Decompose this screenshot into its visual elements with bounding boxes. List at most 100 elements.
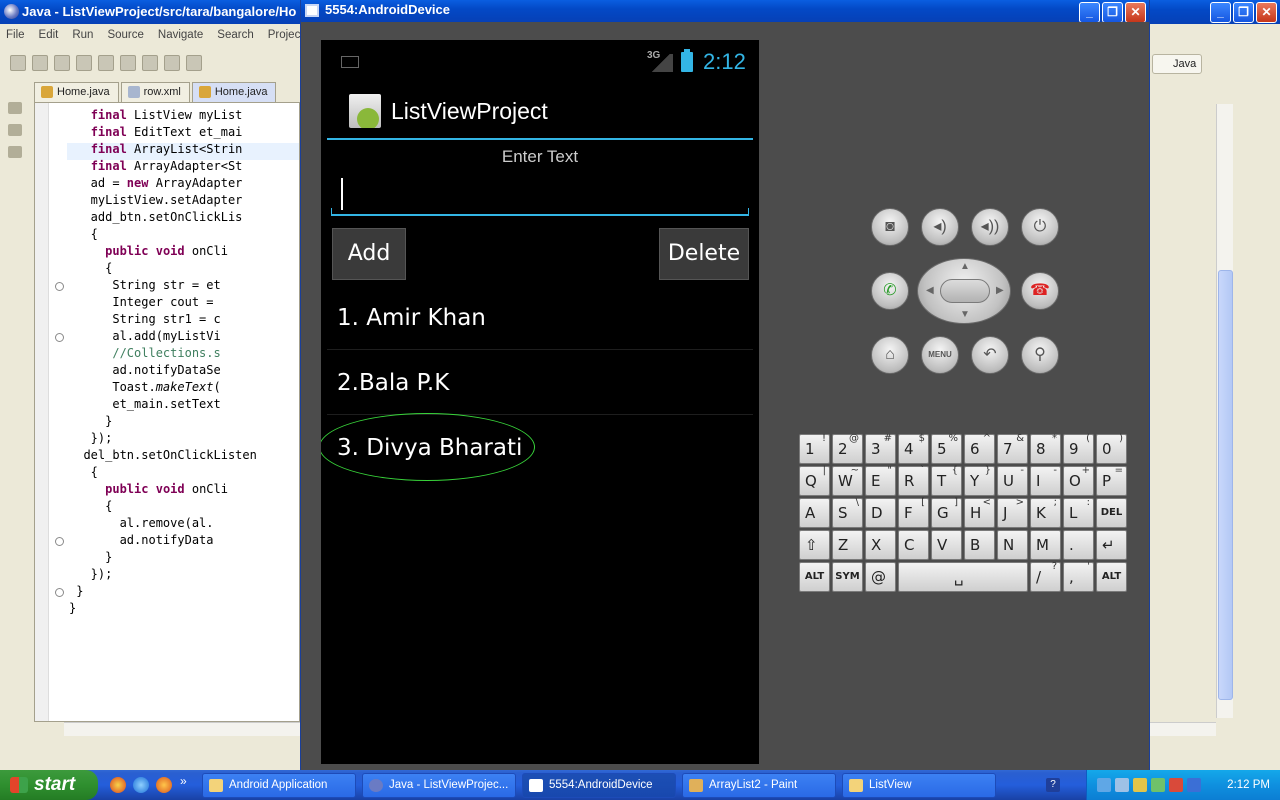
java-perspective-button[interactable]: Java	[1152, 54, 1202, 74]
camera-button[interactable]: ◙	[871, 208, 909, 246]
volume-down-button[interactable]: ◂)	[921, 208, 959, 246]
key-v[interactable]: V	[931, 530, 962, 560]
volume-up-button[interactable]: ◂))	[971, 208, 1009, 246]
key-del[interactable]: DEL	[1096, 498, 1127, 528]
menu-button[interactable]: MENU	[921, 336, 959, 374]
hierarchy-icon[interactable]	[8, 124, 22, 136]
save-icon[interactable]	[32, 55, 48, 71]
key-n[interactable]: N	[997, 530, 1028, 560]
key-9[interactable]: 9(	[1063, 433, 1094, 464]
end-call-button[interactable]: ☎	[1021, 272, 1059, 310]
key-p[interactable]: P =	[1096, 465, 1127, 496]
key-r[interactable]: R `	[898, 465, 929, 496]
tab-home-java-active[interactable]: Home.java	[191, 82, 277, 102]
key-k[interactable]: K;	[1030, 497, 1061, 528]
tray-app-icon[interactable]	[1151, 778, 1165, 792]
key-e[interactable]: E "	[865, 465, 896, 496]
key-5[interactable]: 5%	[931, 433, 962, 464]
key-z[interactable]: Z	[832, 530, 863, 560]
fold-marker[interactable]	[55, 588, 64, 597]
menu-source[interactable]: Source	[107, 26, 143, 44]
key-at[interactable]: @	[865, 562, 896, 592]
key-3[interactable]: 3 #	[865, 433, 896, 464]
key-alt-right[interactable]: ALT	[1096, 562, 1127, 592]
tray-display-icon[interactable]	[1115, 778, 1129, 792]
more-quicklaunch-icon[interactable]: »	[180, 774, 187, 788]
home-button[interactable]: ⌂	[871, 336, 909, 374]
key-f[interactable]: F[	[898, 497, 929, 528]
search-button[interactable]: ⚲	[1021, 336, 1059, 374]
import-icon[interactable]	[98, 55, 114, 71]
key-enter[interactable]: ↵	[1096, 530, 1127, 560]
key-s[interactable]: S \	[832, 497, 863, 528]
taskbar-item-android-application[interactable]: Android Application	[202, 773, 356, 798]
tab-home-java[interactable]: Home.java	[34, 82, 119, 102]
key-7[interactable]: 7 &	[997, 433, 1028, 464]
taskbar-item-paint[interactable]: ArrayList2 - Paint	[682, 773, 836, 798]
outline-icon[interactable]	[8, 146, 22, 158]
key-slash[interactable]: /?	[1030, 561, 1061, 592]
fold-marker[interactable]	[55, 282, 64, 291]
tray-security-icon[interactable]	[1133, 778, 1147, 792]
emulator-close-button[interactable]: ✕	[1125, 2, 1146, 23]
package-explorer-icon[interactable]	[8, 102, 22, 114]
tray-antivirus-icon[interactable]	[1169, 778, 1183, 792]
dpad[interactable]: ▲ ▼ ◀ ▶	[917, 258, 1011, 324]
key-g[interactable]: G]	[931, 497, 962, 528]
dpad-right-icon[interactable]: ▶	[996, 285, 1004, 296]
key-space[interactable]: ␣	[898, 562, 1028, 592]
save-all-icon[interactable]	[54, 55, 70, 71]
key-6[interactable]: 6 ^	[964, 433, 995, 464]
open-type-icon[interactable]	[164, 55, 180, 71]
key-sym[interactable]: SYM	[832, 562, 863, 592]
eclipse-maximize-button[interactable]: ❐	[1233, 2, 1254, 23]
key-comma[interactable]: , '	[1063, 561, 1094, 592]
new-icon[interactable]	[10, 55, 26, 71]
dpad-left-icon[interactable]: ◀	[926, 285, 934, 296]
menu-project[interactable]: Project	[268, 26, 304, 44]
key-.[interactable]: .	[1063, 530, 1094, 560]
key-x[interactable]: X	[865, 530, 896, 560]
print-icon[interactable]	[76, 55, 92, 71]
back-button[interactable]: ↶	[971, 336, 1009, 374]
key-d[interactable]: D	[865, 498, 896, 528]
eclipse-close-button[interactable]: ✕	[1256, 2, 1277, 23]
key-t[interactable]: T{	[931, 465, 962, 496]
checkbox-icon[interactable]	[142, 55, 158, 71]
search-icon[interactable]	[186, 55, 202, 71]
tab-row-xml[interactable]: row.xml	[120, 82, 190, 102]
delete-button[interactable]: Delete	[659, 228, 749, 280]
menu-edit[interactable]: Edit	[39, 26, 59, 44]
key-4[interactable]: 4 $	[898, 433, 929, 464]
key-alt-left[interactable]: ALT	[799, 562, 830, 592]
scrollbar-thumb[interactable]	[1218, 270, 1233, 700]
key-u[interactable]: U-	[997, 465, 1028, 496]
firefox-icon[interactable]	[156, 777, 172, 793]
key-w[interactable]: W ~	[832, 465, 863, 496]
key-b[interactable]: B	[964, 530, 995, 560]
power-button[interactable]: ⏻	[1021, 208, 1059, 246]
key-i[interactable]: I-	[1030, 465, 1061, 496]
dpad-down-icon[interactable]: ▼	[960, 309, 970, 320]
dpad-center-button[interactable]	[940, 279, 990, 303]
key-2[interactable]: 2 @	[832, 433, 863, 464]
emulator-minimize-button[interactable]: _	[1079, 2, 1100, 23]
dpad-up-icon[interactable]: ▲	[960, 261, 970, 272]
key-m[interactable]: M	[1030, 530, 1061, 560]
help-icon[interactable]: ?	[1046, 778, 1060, 792]
key-j[interactable]: J >	[997, 497, 1028, 528]
editor-vertical-scrollbar[interactable]	[1216, 104, 1233, 718]
call-button[interactable]: ✆	[871, 272, 909, 310]
add-button[interactable]: Add	[332, 228, 406, 280]
key-a[interactable]: A	[799, 498, 830, 528]
tray-volume-icon[interactable]	[1187, 778, 1201, 792]
key-c[interactable]: C	[898, 530, 929, 560]
key-h[interactable]: H <	[964, 497, 995, 528]
menu-search[interactable]: Search	[217, 26, 253, 44]
chrome-icon[interactable]	[110, 777, 126, 793]
tray-network-icon[interactable]	[1097, 778, 1111, 792]
fold-marker[interactable]	[55, 537, 64, 546]
export-icon[interactable]	[120, 55, 136, 71]
key-o[interactable]: O +	[1063, 465, 1094, 496]
text-input[interactable]	[331, 172, 749, 216]
